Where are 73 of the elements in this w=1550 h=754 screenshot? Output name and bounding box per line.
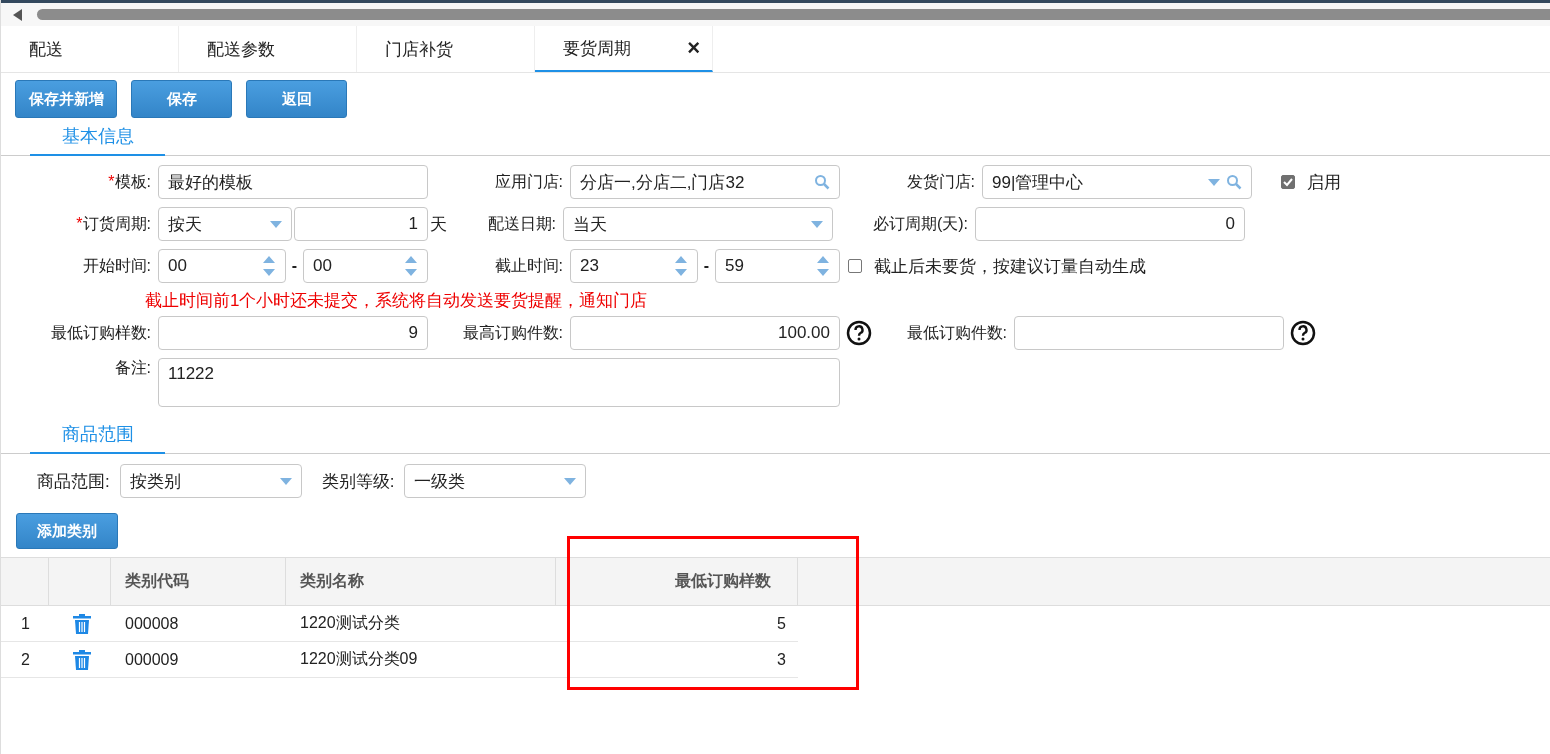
tab[interactable]: 要货周期 × — [535, 26, 713, 72]
row-number: 1 — [20, 613, 31, 634]
field-label: *模板: — [107, 171, 152, 192]
search-field[interactable]: 分店一,分店二,门店32 — [570, 165, 840, 199]
trash-icon[interactable] — [73, 649, 91, 670]
range-separator: - — [290, 257, 299, 275]
warning-text: 截止时间前1个小时还未提交，系统将自动发送要货提醒，通知门店 — [144, 290, 649, 311]
field-label: 截止时间: — [493, 255, 564, 276]
spinner-field[interactable]: 00 — [158, 249, 286, 283]
dropdown-field[interactable]: 按类别 — [119, 464, 302, 498]
dropdown-field[interactable]: 按天 — [158, 207, 292, 241]
input-field[interactable] — [1014, 316, 1284, 350]
dropdown-field[interactable]: 当天 — [563, 207, 833, 241]
caret-icon[interactable] — [1208, 178, 1220, 186]
help-icon[interactable] — [1290, 320, 1316, 346]
help-icon[interactable] — [846, 320, 872, 346]
range-separator: - — [702, 257, 711, 275]
field-label: *订货周期: — [75, 213, 152, 234]
field-label: 开始时间: — [81, 255, 152, 276]
field-label: 必订周期(天): — [871, 213, 969, 234]
spinner-arrows-icon[interactable] — [404, 254, 418, 278]
column-header[interactable]: 类别代码 — [111, 558, 286, 605]
section-tab[interactable]: 基本信息 — [30, 124, 165, 156]
input-field[interactable]: 100.00 — [570, 316, 840, 350]
remark-field[interactable]: 11222 — [158, 358, 840, 407]
field-label: 应用门店: — [493, 171, 564, 192]
field-label: 最高订购件数: — [461, 322, 564, 343]
tab[interactable]: 配送参数 — [179, 26, 357, 72]
dropdown-field[interactable]: 99|管理中心 — [982, 165, 1252, 199]
spinner-field[interactable]: 23 — [570, 249, 698, 283]
column-header[interactable]: 最低订购样数 — [556, 558, 798, 605]
unit-label: 天 — [429, 213, 448, 236]
table-cell-text: 1220测试分类 — [299, 613, 401, 633]
input-field[interactable]: 最好的模板 — [158, 165, 428, 199]
input-field[interactable]: 0 — [975, 207, 1245, 241]
checkbox-label: 启用 — [1307, 171, 1341, 194]
field-label: 发货门店: — [905, 171, 976, 192]
field-label: 最低订购件数: — [905, 322, 1008, 343]
table-cell-text: 000008 — [124, 613, 180, 634]
scrollbar[interactable] — [37, 9, 1550, 20]
row-number: 2 — [20, 649, 31, 670]
field-label: 类别等级: — [321, 470, 396, 493]
checkbox-label: 截止后未要货，按建议订量自动生成 — [874, 255, 1146, 278]
field-label: 备注: — [113, 358, 152, 378]
spinner-field[interactable]: 59 — [715, 249, 840, 283]
input-field[interactable]: 1 — [294, 207, 428, 241]
search-icon[interactable] — [814, 174, 830, 190]
field-label: 最低订购样数: — [49, 322, 152, 343]
caret-icon[interactable] — [270, 220, 282, 228]
caret-icon[interactable] — [279, 477, 292, 485]
spinner-arrows-icon[interactable] — [816, 254, 830, 278]
close-icon[interactable]: × — [687, 35, 700, 61]
checkbox[interactable] — [1281, 175, 1295, 189]
caret-icon[interactable] — [811, 220, 823, 228]
spinner-arrows-icon[interactable] — [262, 254, 276, 278]
dropdown-field[interactable]: 一级类 — [404, 464, 587, 498]
field-label: 商品范围: — [37, 470, 111, 493]
trash-icon[interactable] — [73, 613, 91, 634]
column-header[interactable]: 类别名称 — [286, 558, 556, 605]
spinner-field[interactable]: 00 — [303, 249, 428, 283]
field-label: 配送日期: — [486, 213, 557, 234]
scroll-left-icon[interactable] — [13, 8, 23, 21]
search-icon[interactable] — [1226, 174, 1242, 190]
checkbox[interactable] — [848, 259, 862, 273]
table-cell-text: 000009 — [124, 649, 180, 670]
tab[interactable]: 配送 — [1, 26, 179, 72]
tab[interactable]: 门店补货 — [357, 26, 535, 72]
spinner-arrows-icon[interactable] — [674, 254, 688, 278]
input-field[interactable]: 9 — [158, 316, 428, 350]
table-cell-text: 1220测试分类09 — [299, 649, 419, 669]
table-cell-text: 3 — [776, 649, 787, 670]
caret-icon[interactable] — [564, 477, 577, 485]
table-cell-text: 5 — [776, 613, 787, 634]
